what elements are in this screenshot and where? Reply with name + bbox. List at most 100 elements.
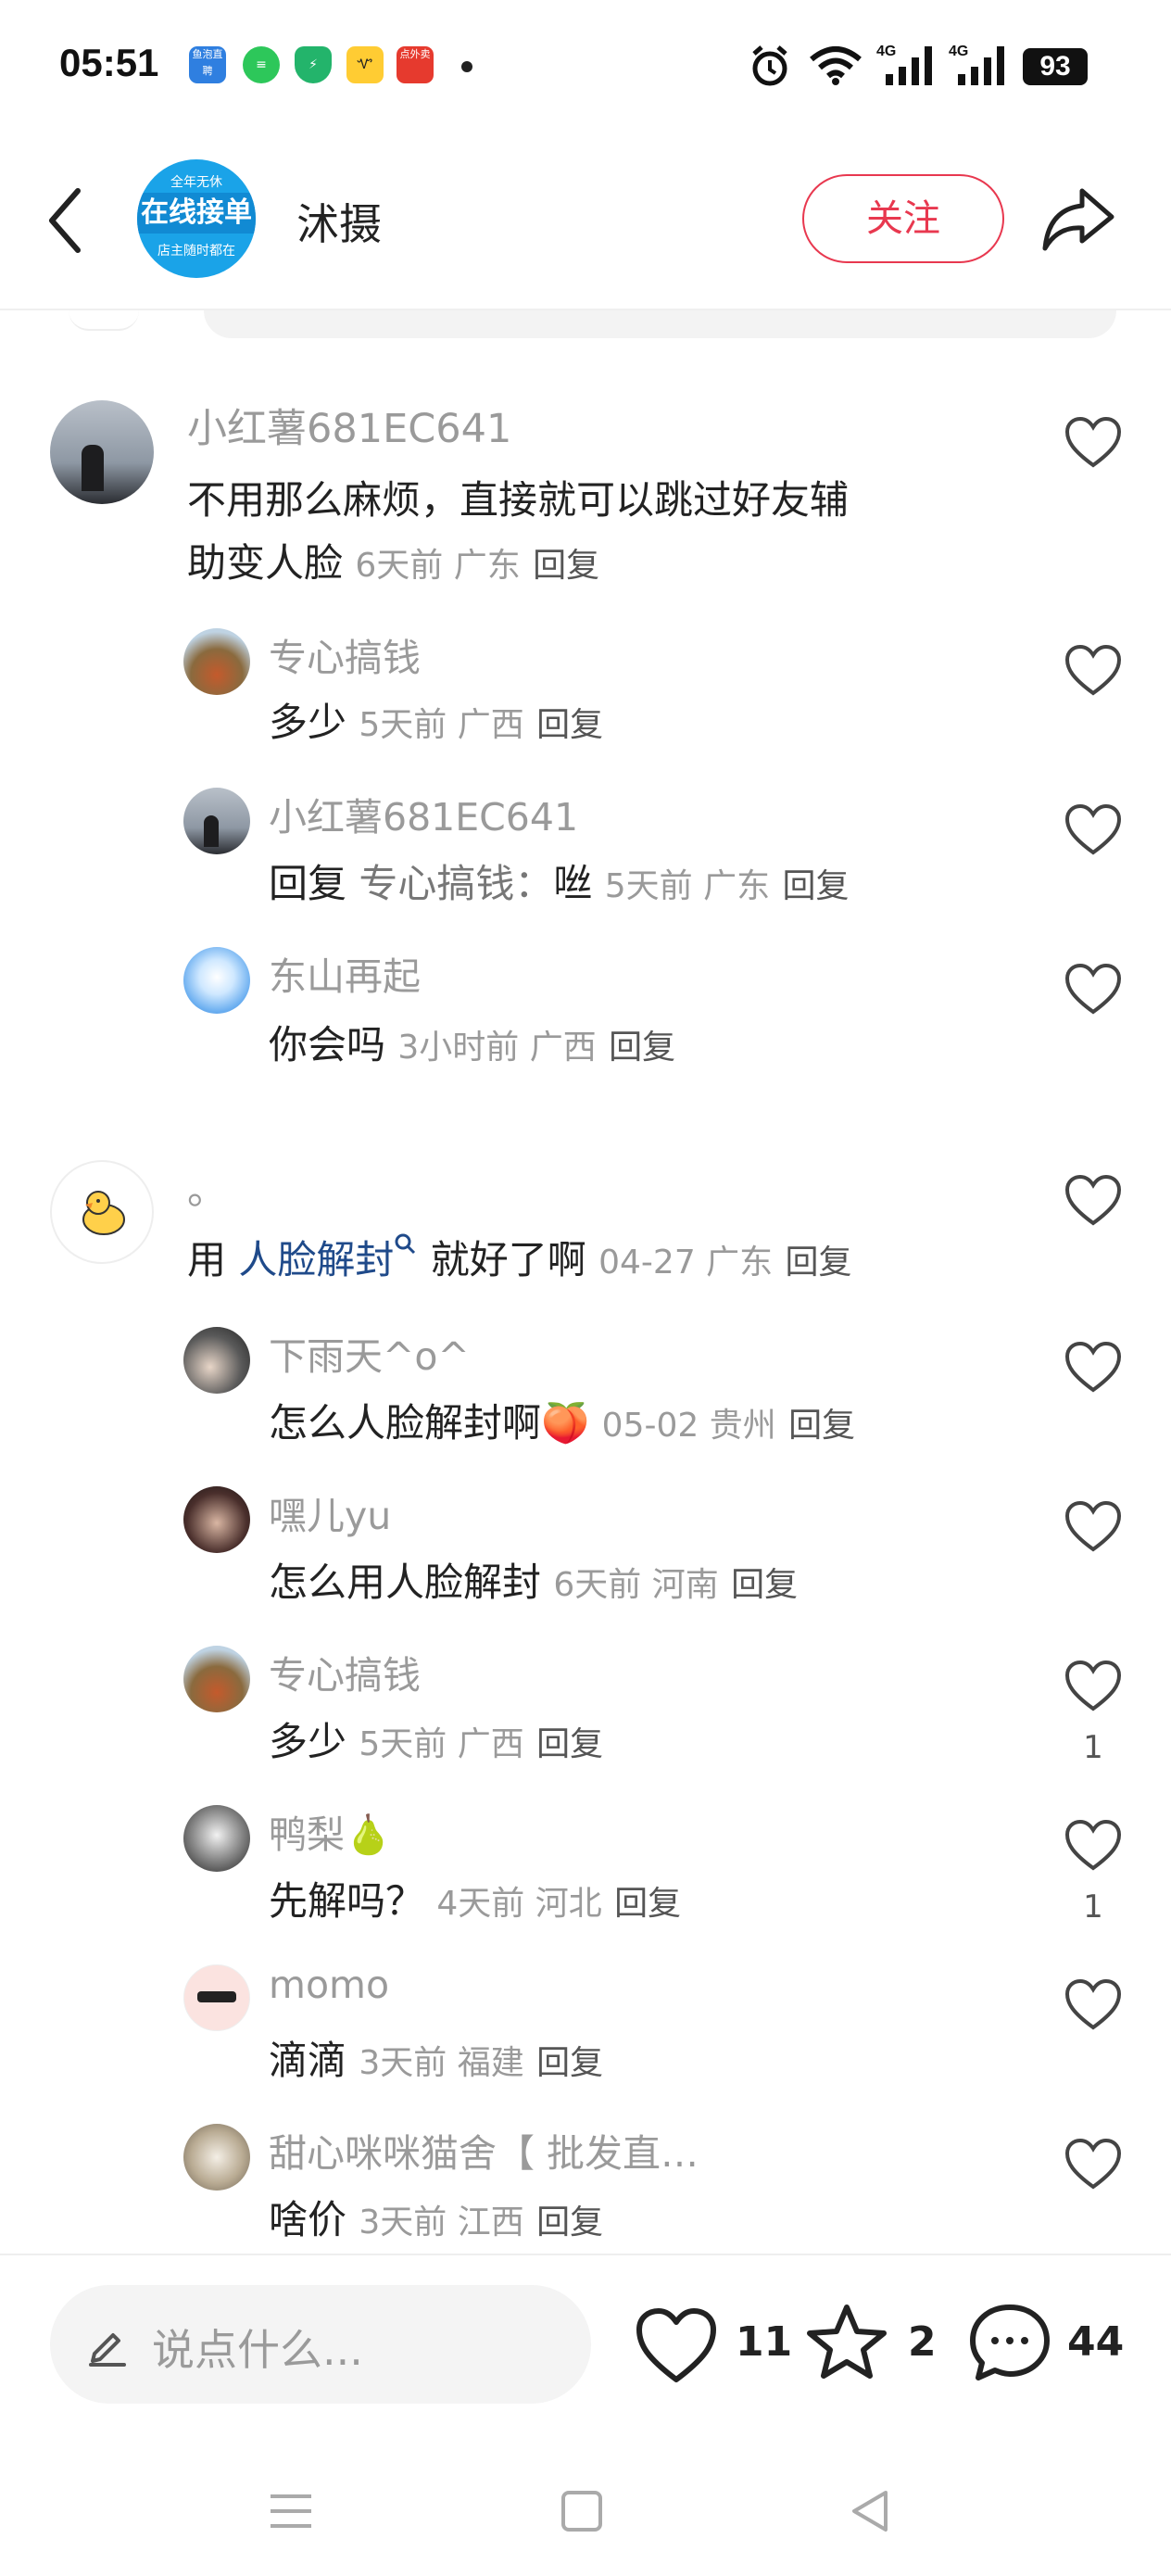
- comment-avatar[interactable]: [183, 1964, 250, 2031]
- heart-icon[interactable]: [1064, 802, 1123, 856]
- reply-button[interactable]: 回复: [614, 1885, 681, 1923]
- home-square-icon[interactable]: [556, 2485, 608, 2537]
- duck-icon: [82, 1191, 125, 1235]
- comment-meta: 4天前 河北: [436, 1885, 602, 1923]
- reply-button[interactable]: 回复: [788, 1407, 855, 1445]
- comment-meta: 05-02 贵州: [601, 1407, 776, 1445]
- comment-username[interactable]: 。: [187, 1158, 227, 1216]
- reply-button[interactable]: 回复: [536, 706, 603, 744]
- follow-button[interactable]: 关注: [802, 174, 1004, 263]
- comment-username[interactable]: momo: [269, 1963, 389, 2007]
- author-name[interactable]: 沭摄: [296, 191, 382, 252]
- reply-button[interactable]: 回复: [536, 2203, 603, 2241]
- comment-avatar[interactable]: [183, 788, 250, 854]
- battery-indicator: 93: [1023, 48, 1088, 85]
- comment-text: 你会吗 3小时前 广西 回复: [269, 1022, 676, 1067]
- yupao-icon: 鱼泡直聘: [189, 46, 226, 83]
- like-count: 1: [1083, 1729, 1103, 1766]
- comment-avatar[interactable]: [183, 628, 250, 695]
- comment-username[interactable]: 下雨天^o^: [269, 1325, 470, 1381]
- reply-button[interactable]: 回复: [786, 1244, 852, 1282]
- comment-meta: 6天前 广东: [355, 547, 521, 585]
- reply-button[interactable]: 回复: [536, 2044, 603, 2082]
- author-avatar[interactable]: 全年无休 在线接单 店主随时都在: [137, 159, 256, 278]
- comment-meta: 3小时前 广西: [397, 1029, 597, 1067]
- comment-meta: 5天前 广东: [604, 867, 771, 905]
- wifi-icon: [810, 46, 862, 85]
- comment-avatar[interactable]: [183, 1486, 250, 1553]
- heart-icon[interactable]: [1064, 2137, 1123, 2191]
- comment-meta: 5天前 广西: [359, 1725, 524, 1763]
- svg-text:4G: 4G: [876, 44, 896, 59]
- previous-avatar-edge: [69, 310, 139, 331]
- comment-meta: 3天前 江西: [359, 2203, 524, 2241]
- menu-icon[interactable]: [265, 2485, 317, 2537]
- comment-avatar[interactable]: [183, 1327, 250, 1394]
- bottom-divider: [0, 2254, 1171, 2255]
- heart-icon[interactable]: [1064, 1173, 1123, 1227]
- comment-avatar[interactable]: [183, 2124, 250, 2191]
- comment-username[interactable]: 小红薯681EC641: [187, 397, 511, 454]
- comment-username[interactable]: 专心搞钱: [269, 1644, 421, 1699]
- signal-4g-icon: 4G: [876, 44, 932, 85]
- comment-text: 多少 5天前 广西 回复: [269, 1719, 604, 1764]
- reply-button[interactable]: 回复: [609, 1029, 675, 1067]
- heart-icon[interactable]: [1064, 1340, 1123, 1394]
- waimai-app-icon: 点外卖: [397, 46, 434, 83]
- comment-avatar[interactable]: [50, 1160, 154, 1264]
- like-count-total: 11: [736, 2318, 793, 2366]
- comment-username[interactable]: 嘿儿yu: [269, 1484, 391, 1540]
- comment-username[interactable]: 小红薯681EC641: [269, 786, 578, 841]
- comment-input[interactable]: 说点什么...: [50, 2285, 591, 2404]
- notification-dot: [461, 61, 472, 72]
- comment-avatar[interactable]: [183, 1805, 250, 1872]
- comment-username[interactable]: 鸭梨🍐: [269, 1803, 392, 1859]
- shield-icon: ⚡: [295, 46, 332, 83]
- comment-text: 先解吗？ 4天前 河北 回复: [269, 1878, 682, 1924]
- heart-icon[interactable]: [1064, 1499, 1123, 1553]
- comment-text: 啥价 3天前 江西 回复: [269, 2197, 604, 2242]
- wechat-chat-icon: ≡: [243, 46, 280, 83]
- heart-icon[interactable]: [1064, 1659, 1123, 1712]
- nav-back-triangle-icon[interactable]: [845, 2485, 897, 2537]
- heart-icon[interactable]: [1064, 643, 1123, 697]
- comment-text: 滴滴 3天前 福建 回复: [269, 2038, 604, 2083]
- comment-meta: 5天前 广西: [359, 706, 524, 744]
- comment-username[interactable]: 甜心咪咪猫舍【 批发直…: [269, 2122, 699, 2178]
- comment-text: 怎么用人脸解封 6天前 河南 回复: [269, 1559, 799, 1605]
- alarm-icon: [752, 45, 787, 86]
- comment-avatar[interactable]: [183, 1646, 250, 1712]
- peach-emoji: 🍑: [541, 1400, 590, 1446]
- pear-emoji: 🍐: [345, 1812, 393, 1857]
- reply-button[interactable]: 回复: [782, 867, 849, 905]
- svg-text:4G: 4G: [949, 44, 968, 59]
- heart-icon[interactable]: [1064, 1977, 1123, 2031]
- search-icon[interactable]: [394, 1232, 418, 1256]
- share-icon[interactable]: [1039, 182, 1117, 256]
- rabbit-app-icon: Ꮙ: [346, 46, 384, 83]
- status-time: 05:51: [59, 41, 159, 84]
- star-icon[interactable]: [804, 2302, 889, 2381]
- previous-comment-edge: [204, 310, 1116, 338]
- reply-button[interactable]: 回复: [536, 1725, 603, 1763]
- heart-icon[interactable]: [1064, 415, 1123, 469]
- like-count: 1: [1083, 1888, 1103, 1926]
- reply-button[interactable]: 回复: [731, 1566, 798, 1604]
- heart-icon[interactable]: [1064, 962, 1123, 1016]
- keyword-link[interactable]: 人脸解封: [238, 1237, 394, 1282]
- comment-text: 不用那么麻烦，直接就可以跳过好友辅 助变人脸 6天前 广东 回复: [187, 477, 850, 586]
- comment-avatar[interactable]: [183, 947, 250, 1014]
- like-post-icon[interactable]: [634, 2305, 719, 2385]
- comment-username[interactable]: 专心搞钱: [269, 626, 421, 682]
- comment-meta: 6天前 河南: [553, 1566, 719, 1604]
- heart-icon[interactable]: [1064, 1818, 1123, 1872]
- comment-username[interactable]: 东山再起: [269, 945, 421, 1001]
- comment-avatar[interactable]: [50, 400, 154, 504]
- comment-text: 怎么人脸解封啊🍑 05-02 贵州 回复: [269, 1400, 856, 1446]
- back-icon[interactable]: [43, 183, 89, 258]
- reply-button[interactable]: 回复: [533, 547, 599, 585]
- comment-meta: 04-27 广东: [598, 1244, 774, 1282]
- comment-text: 多少 5天前 广西 回复: [269, 700, 604, 745]
- status-bar: 05:51 鱼泡直聘 ≡ ⚡ Ꮙ 点外卖 4G 4G 93: [0, 0, 1171, 139]
- comment-bubble-icon[interactable]: [967, 2302, 1052, 2381]
